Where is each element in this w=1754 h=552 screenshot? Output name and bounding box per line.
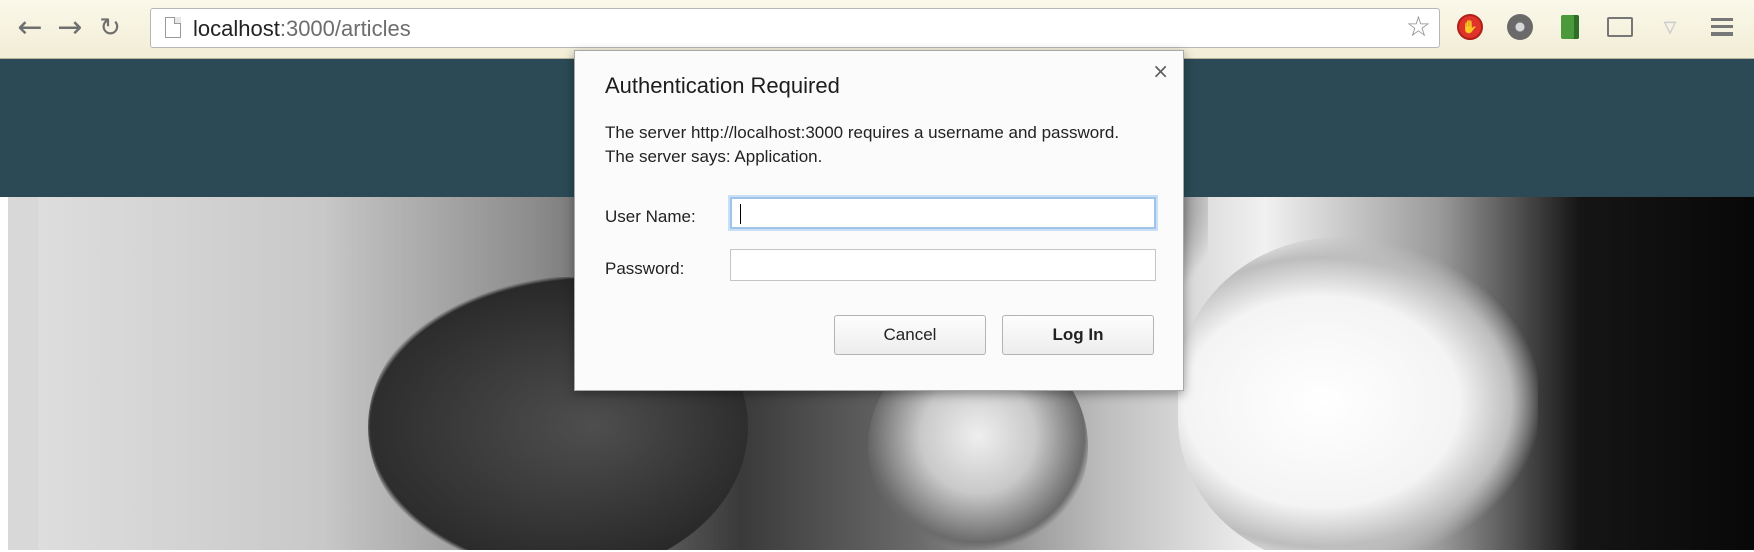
cancel-button[interactable]: Cancel [834,315,986,355]
dialog-message: The server http://localhost:3000 require… [605,123,1120,166]
menu-icon[interactable] [1708,12,1736,42]
password-label: Password: [605,259,685,278]
login-button[interactable]: Log In [1002,315,1154,355]
username-input[interactable] [730,197,1156,229]
password-input[interactable] [730,249,1156,281]
url-text[interactable]: localhost:3000/articles [193,16,411,42]
reload-icon[interactable]: ↻ [94,9,126,47]
page-icon [165,17,181,38]
address-bar[interactable]: localhost:3000/articles ☆ [150,8,1440,48]
auth-dialog: × Authentication Required The server htt… [574,50,1184,391]
url-host: localhost [193,16,280,41]
adblock-extension-icon[interactable]: ✋ [1456,12,1484,42]
pocket-extension-icon[interactable] [1556,12,1584,42]
back-arrow-icon[interactable]: ← [14,9,46,47]
username-label: User Name: [605,207,696,226]
close-icon[interactable]: × [1152,61,1169,81]
text-caret [740,204,741,224]
shield-extension-icon[interactable]: ▿ [1656,12,1684,42]
bookmark-star-icon[interactable]: ☆ [1406,13,1431,41]
forward-arrow-icon[interactable]: → [54,9,86,47]
film-reel-extension-icon[interactable] [1506,12,1534,42]
url-path: :3000/articles [279,16,411,41]
dialog-title: Authentication Required [605,73,840,98]
cast-icon[interactable] [1606,12,1634,42]
